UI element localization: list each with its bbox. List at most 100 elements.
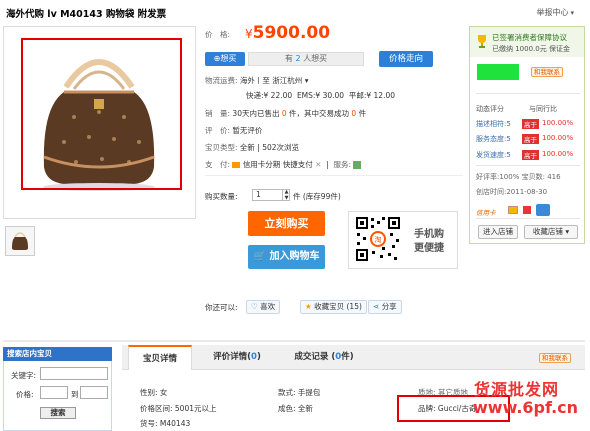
heart-icon: ♡ [251,302,258,311]
shipping-row: 物流运费: 海外丨至 浙江杭州 ▾ [205,75,308,86]
cart-button-label: 加入购物车 [269,251,320,262]
enter-shop-button[interactable]: 进入店铺 [478,225,518,239]
price-max-input[interactable] [80,386,108,399]
payment-method-quick[interactable]: 快捷支付 [283,160,313,169]
credit-card-icon [232,162,241,168]
attr-gender: 性别: 女 [140,388,168,397]
shipping-label: 物流运费: [205,76,238,85]
payment-method-installment[interactable]: 信用卡分期 [243,160,281,169]
price-to-label: 到 [71,390,79,399]
chevron-down-icon: ▾ [304,76,309,85]
highlight-box [21,38,182,190]
shop-name-redacted [477,64,519,80]
thumbnail-image[interactable] [5,226,35,256]
want-count-suffix: 人想买 [303,54,328,63]
compare-label: 与同行比 [529,105,557,113]
shipping-route[interactable]: 海外丨至 浙江杭州 [240,76,302,85]
type-views: 502次浏览 [262,143,300,152]
attr-style: 款式: 手提包 [278,388,321,397]
rating-row: 评 价: 暂无评价 [205,125,262,136]
score-rate: 100.00% [542,119,574,127]
tab-reviews-label: 评价详情( [213,352,252,362]
score-label: 描述相符:5 [476,120,511,128]
type-value: 全新 [239,143,255,152]
stock-text: 件 (库存99件) [293,192,341,201]
quantity-stepper[interactable]: ▲ ▼ [282,189,290,201]
tab-reviews-suffix: ) [256,352,261,362]
price-trend-button[interactable]: 价格走向 [379,51,433,67]
sales-suffix: 件 [358,109,367,118]
tab-transactions-label: 成交记录 ( [294,352,336,362]
divider [476,218,580,219]
sales-success: 0 [351,109,357,118]
price-label: 价 格: [205,30,231,39]
keyword-label: 关键字: [11,371,37,380]
score-label: 服务态度:5 [476,135,511,143]
score-badge: 高于 [522,134,539,144]
protocol-text[interactable]: 已签署消费者保障协议 [492,32,567,43]
dynamic-score-label: 动态评分 [476,105,504,113]
price-range-label: 价格: [16,390,34,399]
attr-item-no: 货号: M40143 [140,419,191,428]
mobile-line2: 更便捷 [414,243,444,254]
attr-price-range: 价格区间: 5001元以上 [140,404,217,413]
like-label: 喜欢 [260,302,276,311]
shop-search-header: 搜索店内宝贝 [3,347,112,361]
score-rate: 100.00% [542,134,574,142]
score-badge: 高于 [522,119,539,129]
want-button[interactable]: ⊕想买 [205,52,245,66]
quantity-label: 购买数量: [205,192,238,201]
service-icon [353,161,362,169]
service-label: 服务: [333,160,351,169]
add-to-cart-button[interactable]: 🛒 加入购物车 [248,245,325,269]
currency-symbol: ¥ [245,27,253,41]
deposit-text: 已缴纳 1000.0元 保证金 [492,45,570,53]
mobile-promo: 手机购 更便捷 [414,228,444,256]
favorite-shop-label: 收藏店铺 [532,227,563,236]
share-label: 你还可以: [205,303,238,312]
qr-code-icon[interactable]: 淘 [354,215,402,263]
tab-transactions[interactable]: 成交记录 (0件) [282,345,366,370]
shop-stats: 好评率:100% 宝贝数: 416 [476,172,561,182]
trophy-icon [476,34,488,48]
close-icon: ✕ [315,160,322,169]
credit-card-badge: 信用卡 [476,209,496,217]
tab-reviews[interactable]: 评价详情(0) [198,345,276,370]
report-center-link[interactable]: 举报中心 ▾ [536,7,574,18]
favorite-shop-button[interactable]: 收藏店铺 ▾ [524,225,578,239]
score-row: 服务态度:5 [476,134,511,144]
payment-row: 支 付: 信用卡分期 快捷支付 ✕ | 服务: [205,159,362,170]
watermark-text: 货源批发网 [474,380,560,399]
score-label: 发货速度:5 [476,151,511,159]
share-button[interactable]: ⋖ 分享 [368,300,402,314]
keyword-input[interactable] [40,367,108,380]
type-label: 宝贝类型: [205,143,238,152]
price-min-input[interactable] [40,386,68,399]
contact-seller-button-2[interactable]: 和我联系 [539,353,571,363]
favorite-button[interactable]: ★ 收藏宝贝 (15) [300,300,367,314]
tab-item-details[interactable]: 宝贝详情 [128,345,192,370]
fee-ems: EMS:¥ 30.00 [296,91,345,100]
want-count-number: 2 [295,54,301,63]
divider [476,165,580,166]
created-date: 创店时间:2011-08-30 [476,188,548,196]
handbag-thumb-icon [12,232,28,250]
buy-now-button[interactable]: 立刻购买 [248,211,325,236]
tab-transactions-suffix: 件) [341,352,354,362]
sales-sold: 0 [281,109,287,118]
want-count-prefix: 有 [284,54,293,63]
price-value: ¥5900.00 [245,23,330,43]
score-row: 描述相符:5 [476,119,511,129]
share-button-label: 分享 [381,302,397,311]
share-icon: ⋖ [373,302,380,311]
like-button[interactable]: ♡ 喜欢 [246,300,281,314]
contact-seller-button[interactable]: 和我联系 [531,67,563,77]
favorite-label: 收藏宝贝 (15) [314,302,362,311]
fee-express: 快递:¥ 22.00 [246,91,293,100]
chevron-down-icon: ▾ [570,9,574,17]
fee-mail: 平邮:¥ 12.00 [348,91,395,100]
shop-search-button[interactable]: 搜索 [40,407,76,419]
report-label: 举报中心 [536,8,569,17]
price-number: 5900.00 [252,23,331,43]
sales-label: 销 量: [205,109,231,118]
